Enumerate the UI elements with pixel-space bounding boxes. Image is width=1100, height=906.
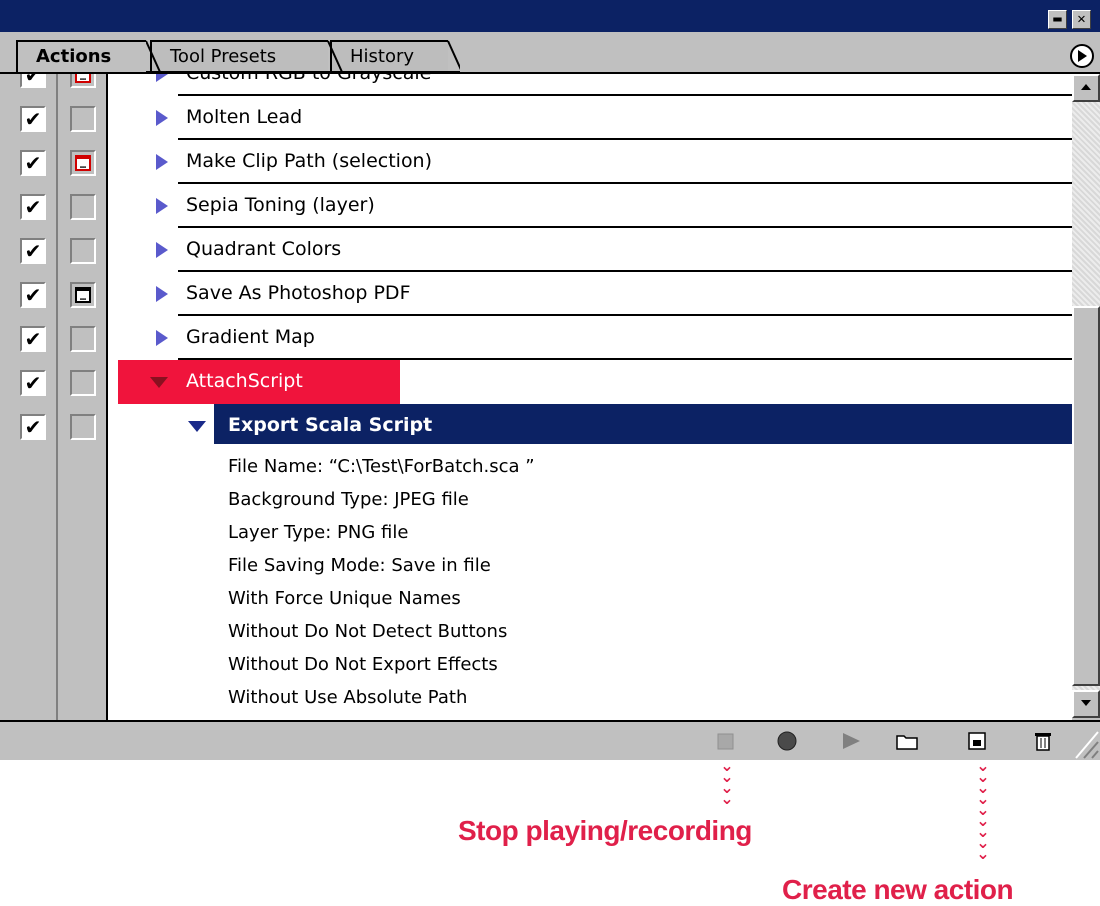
dialog-toggle[interactable] <box>70 414 96 440</box>
dialog-toggle[interactable] <box>70 326 96 352</box>
command-detail: Layer Type: PNG file <box>228 522 409 543</box>
toggle-checkbox[interactable]: ✔ <box>20 150 46 176</box>
triangle-down-icon[interactable] <box>150 377 168 388</box>
triangle-right-icon[interactable] <box>156 74 168 82</box>
scroll-down-button[interactable] <box>1072 690 1100 718</box>
scrollbar-thumb[interactable] <box>1072 306 1100 686</box>
dialog-toggle[interactable]: … <box>70 150 96 176</box>
resize-grip-icon[interactable] <box>1070 724 1100 760</box>
actions-toolbar <box>0 720 1100 760</box>
dialog-icon: … <box>75 74 91 83</box>
action-row[interactable]: ✔ Molten Lead <box>0 96 1072 140</box>
toggle-checkbox[interactable]: ✔ <box>20 370 46 396</box>
command-detail: Background Type: JPEG file <box>228 489 469 510</box>
dialog-toggle[interactable] <box>70 238 96 264</box>
action-row[interactable]: ✔ Export Scala Script <box>0 404 1072 448</box>
action-label: Custom RGB to Grayscale <box>186 72 432 84</box>
triangle-right-icon[interactable] <box>156 330 168 346</box>
command-detail: Without Do Not Detect Buttons <box>228 621 508 642</box>
action-label: Export Scala Script <box>228 414 433 436</box>
action-row[interactable]: ✔ Gradient Map <box>0 316 1072 360</box>
play-button[interactable] <box>838 728 864 754</box>
dialog-toggle[interactable] <box>70 370 96 396</box>
triangle-right-icon[interactable] <box>156 110 168 126</box>
action-label: Sepia Toning (layer) <box>186 194 375 216</box>
action-row[interactable]: ✔ … Custom RGB to Grayscale <box>0 72 1072 96</box>
action-row[interactable]: ✔ AttachScript <box>0 360 1072 404</box>
action-label: Gradient Map <box>186 326 315 348</box>
chevron-down-icon: ⌄ <box>720 789 734 808</box>
action-row[interactable]: ✔ Sepia Toning (layer) <box>0 184 1072 228</box>
dialog-toggle[interactable] <box>70 106 96 132</box>
delete-button[interactable] <box>1030 728 1056 754</box>
minimize-button[interactable]: ▬ <box>1048 10 1067 29</box>
dialog-toggle[interactable]: … <box>70 74 96 88</box>
triangle-right-icon[interactable] <box>156 286 168 302</box>
toggle-checkbox[interactable]: ✔ <box>20 282 46 308</box>
record-icon <box>777 731 797 751</box>
action-label: Molten Lead <box>186 106 303 128</box>
actions-panel: ▬ ✕ Actions Tool Presets History ✔ … Custo… <box>0 0 1100 760</box>
record-button[interactable] <box>774 728 800 754</box>
panel-titlebar: ▬ ✕ <box>0 0 1100 32</box>
play-icon <box>843 733 860 749</box>
chevron-up-icon <box>1081 84 1091 90</box>
action-label: Quadrant Colors <box>186 238 342 260</box>
close-button[interactable]: ✕ <box>1072 10 1091 29</box>
command-detail: Without Do Not Export Effects <box>228 654 498 675</box>
trash-icon <box>1035 733 1051 751</box>
toggle-checkbox[interactable]: ✔ <box>20 238 46 264</box>
chevron-down-icon <box>1081 700 1091 706</box>
dialog-icon: … <box>75 155 91 171</box>
toggle-checkbox[interactable]: ✔ <box>20 106 46 132</box>
command-detail: With Force Unique Names <box>228 588 461 609</box>
arrow-right-icon <box>1078 50 1087 62</box>
new-set-button[interactable] <box>894 728 920 754</box>
create-new-action-button[interactable] <box>964 728 990 754</box>
action-row[interactable]: ✔ … Make Clip Path (selection) <box>0 140 1072 184</box>
toggle-checkbox[interactable]: ✔ <box>20 414 46 440</box>
action-row[interactable]: ✔ … Save As Photoshop PDF <box>0 272 1072 316</box>
triangle-right-icon[interactable] <box>156 154 168 170</box>
action-label: Save As Photoshop PDF <box>186 282 411 304</box>
dialog-toggle[interactable] <box>70 194 96 220</box>
stop-icon <box>717 733 734 750</box>
actions-list: ✔ … Custom RGB to Grayscale ✔ Molten Lead ✔ … M… <box>0 72 1100 720</box>
action-label: AttachScript <box>186 370 303 392</box>
toggle-checkbox[interactable]: ✔ <box>20 74 46 88</box>
command-detail: Without Use Absolute Path <box>228 687 468 708</box>
action-row[interactable]: ✔ Quadrant Colors <box>0 228 1072 272</box>
toggle-checkbox[interactable]: ✔ <box>20 194 46 220</box>
dialog-icon: … <box>75 287 91 303</box>
triangle-right-icon[interactable] <box>156 242 168 258</box>
stop-button[interactable] <box>712 728 738 754</box>
toggle-checkbox[interactable]: ✔ <box>20 326 46 352</box>
action-label: Make Clip Path (selection) <box>186 150 433 172</box>
scroll-up-button[interactable] <box>1072 74 1100 102</box>
annotation-stop-label: Stop playing/recording <box>458 815 752 846</box>
folder-icon <box>896 735 918 750</box>
panel-tabs: Actions Tool Presets History <box>0 32 1100 72</box>
tab-actions[interactable]: Actions <box>16 40 146 72</box>
command-detail: File Saving Mode: Save in file <box>228 555 491 576</box>
triangle-right-icon[interactable] <box>156 198 168 214</box>
triangle-down-icon[interactable] <box>188 421 206 432</box>
panel-menu-button[interactable] <box>1070 44 1094 68</box>
command-detail: File Name: “C:\Test\ForBatch.sca ” <box>228 456 535 477</box>
chevron-down-icon: ⌄ <box>976 844 990 863</box>
new-action-icon <box>968 732 986 750</box>
annotation-create-label: Create new action <box>782 874 1014 905</box>
dialog-toggle[interactable]: … <box>70 282 96 308</box>
